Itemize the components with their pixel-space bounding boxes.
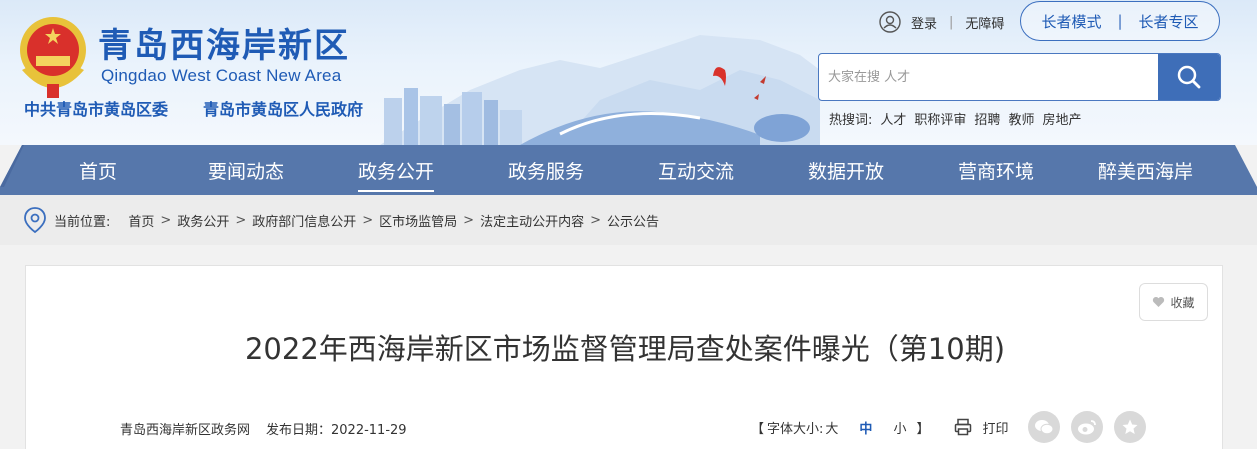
hot-label: 热搜词: [829,113,873,128]
elder-zone-button[interactable]: 长者专区 [1139,11,1199,32]
hot-word[interactable]: 教师 [1008,109,1034,128]
breadcrumb-item[interactable]: 区市场监管局 [379,211,457,230]
article-source: 青岛西海岸新区政务网 [120,423,251,438]
font-size-label: 字体大小: [767,421,824,437]
article-meta: 青岛西海岸新区政务网 发布日期：2022-11-29 [120,419,407,438]
bracket: 【 [751,421,765,437]
breadcrumb-item[interactable]: 公示公告 [607,211,659,230]
org-party-link[interactable]: 中共青岛市黄岛区委 [24,96,168,120]
breadcrumb-arrow: > [160,212,172,228]
breadcrumb-arrow: > [235,212,247,228]
share-star-button[interactable] [1114,411,1147,443]
separator: | [949,14,954,30]
location-pin-icon [24,207,46,234]
hot-search: 热搜词: 人才 职称评审 招聘 教师 房地产 [829,109,1089,128]
hot-word[interactable]: 招聘 [974,109,1000,128]
accessibility-link[interactable]: 无障碍 [965,13,1004,32]
bracket: 】 [916,421,930,437]
weibo-icon [1078,420,1097,435]
breadcrumb-arrow: > [362,212,374,228]
hot-word[interactable]: 职称评审 [914,109,966,128]
site-title: 青岛西海岸新区 [98,26,350,66]
search-icon [1177,65,1201,89]
article-tools: 【 字体大小: 大 中 小 】 打印 [748,409,1157,445]
breadcrumb-arrow: > [590,212,601,228]
main-nav: 首页 要闻动态 政务公开 政务服务 互动交流 数据开放 营商环境 醉美西海岸 [0,145,1257,195]
nav-item-scenery[interactable]: 醉美西海岸 [1098,157,1193,184]
elder-mode-button[interactable]: 长者模式 [1041,11,1101,32]
heart-icon [1153,296,1165,307]
site-subtitle: Qingdao West Coast New Area [101,66,342,85]
wechat-icon [1035,420,1054,435]
favorite-label: 收藏 [1170,295,1195,310]
font-size-medium[interactable]: 中 [859,418,872,437]
hot-word[interactable]: 房地产 [1042,109,1081,128]
breadcrumb-bar: 当前位置: 首页 > 政务公开 > 政府部门信息公开 > 区市场监管局 > 法定… [0,195,1257,245]
separator: | [1117,12,1123,30]
nav-item-home[interactable]: 首页 [79,157,117,184]
nav-item-gov-affairs[interactable]: 政务公开 [358,157,435,192]
article-panel: 收藏 2022年西海岸新区市场监督管理局查处案件曝光（第10期) 青岛西海岸新区… [25,265,1223,449]
favorite-button[interactable]: 收藏 [1139,283,1208,321]
nav-item-services[interactable]: 政务服务 [508,157,584,184]
breadcrumb: 当前位置: 首页 > 政务公开 > 政府部门信息公开 > 区市场监管局 > 法定… [22,205,659,235]
login-link[interactable]: 登录 [911,13,937,32]
org-gov-link[interactable]: 青岛市黄岛区人民政府 [203,96,363,120]
search-button[interactable] [1158,54,1220,100]
breadcrumb-item[interactable]: 法定主动公开内容 [480,211,584,230]
font-size-small[interactable]: 小 [893,418,906,437]
search-input[interactable] [819,54,1159,100]
search-box [818,53,1221,101]
nav-item-open-data[interactable]: 数据开放 [808,157,884,184]
print-button[interactable]: 打印 [954,418,1008,437]
breadcrumb-arrow: > [463,212,475,228]
share-wechat-button[interactable] [1028,411,1061,443]
printer-icon [955,418,972,436]
breadcrumb-item[interactable]: 政务公开 [177,211,229,230]
nav-item-interaction[interactable]: 互动交流 [658,157,734,184]
elder-mode-box: 长者模式 | 长者专区 [1020,1,1220,41]
national-emblem-icon [20,17,86,98]
share-weibo-button[interactable] [1071,411,1104,443]
breadcrumb-item[interactable]: 政府部门信息公开 [252,211,356,230]
breadcrumb-item[interactable]: 首页 [128,211,154,230]
article-title: 2022年西海岸新区市场监督管理局查处案件曝光（第10期) [244,332,1006,366]
publish-date: 发布日期：2022-11-29 [266,423,407,438]
breadcrumb-label: 当前位置: [54,214,111,230]
print-label: 打印 [982,421,1009,437]
hot-word[interactable]: 人才 [880,109,906,128]
site-header: 青岛西海岸新区 Qingdao West Coast New Area 中共青岛… [0,0,1257,145]
nav-item-business[interactable]: 营商环境 [958,157,1034,184]
font-size-large[interactable]: 大 [825,418,838,437]
nav-item-news[interactable]: 要闻动态 [208,157,284,184]
user-bar: 登录 | 无障碍 [879,10,1004,34]
user-icon [879,11,901,33]
star-icon [1122,419,1138,434]
